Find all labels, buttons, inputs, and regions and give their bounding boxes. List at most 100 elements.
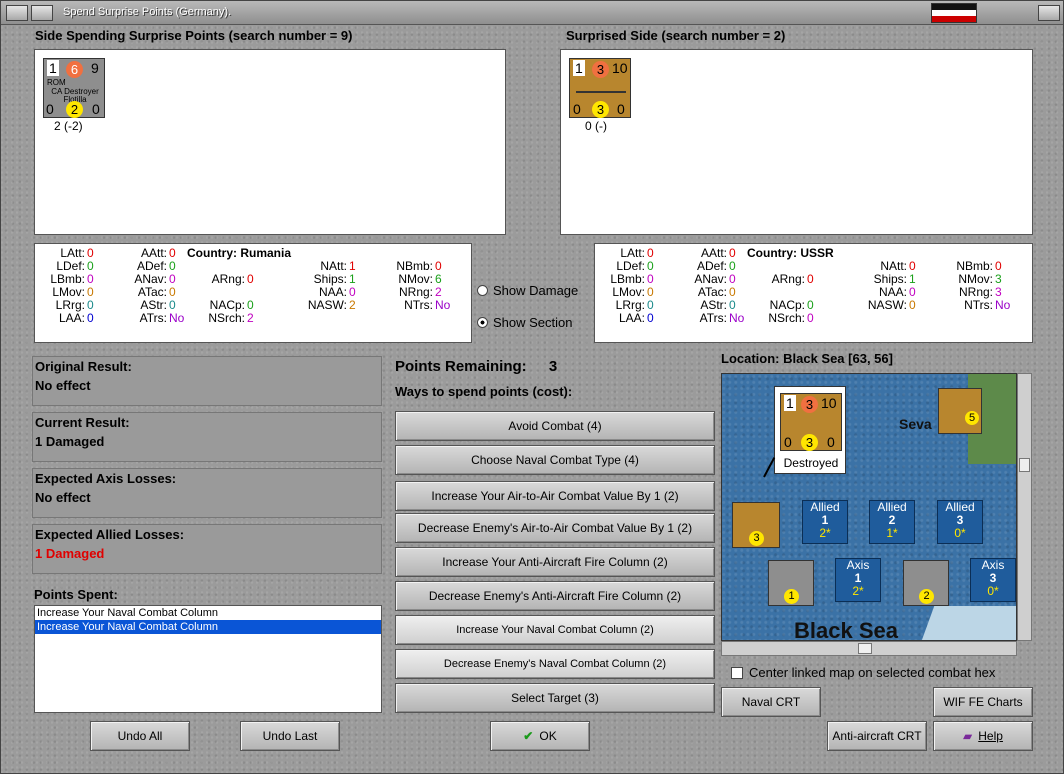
counter-range: 10 (612, 60, 628, 76)
current-result-label: Current Result: (35, 415, 130, 430)
counter-attack: 1 (784, 395, 796, 411)
select-target-button[interactable]: Select Target (3) (395, 683, 715, 713)
destroyed-popup: 1 3 10 0 3 0 Destroyed (774, 386, 846, 474)
counter-attack: 1 (573, 60, 585, 76)
axis-box-1[interactable]: Axis 1 2* (835, 558, 881, 602)
stat-value: 0 (87, 311, 94, 325)
stat-label: ARng: (771, 272, 805, 286)
original-result-value: No effect (35, 378, 91, 393)
counter-attack: 1 (47, 60, 59, 76)
choose-naval-combat-type-button[interactable]: Choose Naval Combat Type (4) (395, 445, 715, 475)
axis-box-3[interactable]: Axis 3 0* (970, 558, 1016, 602)
map-location: Location: Black Sea [63, 56] (721, 351, 893, 366)
system-menu-button[interactable] (6, 5, 28, 21)
box-val: 2* (819, 526, 831, 540)
stat-label: NASW: (307, 298, 347, 312)
counter-movement: 3 (749, 531, 764, 546)
show-section-option[interactable]: Show Section (477, 315, 573, 330)
allied-box-2[interactable]: Allied 2 1* (869, 500, 915, 544)
window-title: Spend Surprise Points (Germany). (63, 6, 232, 18)
show-section-label: Show Section (493, 315, 573, 330)
increase-air-to-air-button[interactable]: Increase Your Air-to-Air Combat Value By… (395, 481, 715, 511)
counter-range: 10 (821, 395, 837, 411)
show-damage-option[interactable]: Show Damage (477, 283, 578, 298)
destroyed-counter: 1 3 10 0 3 0 (780, 393, 842, 451)
allied-box-3[interactable]: Allied 3 0* (937, 500, 983, 544)
stat-label: ATrs: (699, 311, 727, 325)
stats-right: LAtt: 0 LDef: 0 LBmb: 0 LMov: 0 LRrg: 0 LAA: 0 AAtt:… (594, 243, 1033, 343)
shallow-water (919, 606, 1016, 640)
counter-nation: ROM (47, 78, 66, 87)
ship-silhouette-icon (576, 85, 626, 93)
map-vertical-scrollbar[interactable] (1017, 373, 1032, 641)
country-label: Country: Rumania (187, 246, 292, 260)
map-naval-counter[interactable]: 3 (732, 502, 780, 548)
stat-label: ARng: (211, 272, 245, 286)
increase-anti-aircraft-button[interactable]: Increase Your Anti-Aircraft Fire Column … (395, 547, 715, 577)
show-damage-radio[interactable] (477, 285, 488, 296)
anti-aircraft-crt-button[interactable]: Anti-aircraft CRT (827, 721, 927, 751)
close-button[interactable] (1038, 5, 1060, 21)
ok-label: OK (539, 729, 557, 743)
linked-map[interactable]: Seva 5 1 3 10 0 3 0 Destroyed 3 Allied 1 2… (721, 373, 1017, 641)
increase-naval-column-button[interactable]: Increase Your Naval Combat Column (2) (395, 615, 715, 645)
counter-bottom-left: 0 (573, 101, 581, 117)
help-book-icon: ▰ (963, 729, 973, 743)
counter-range: 9 (91, 60, 99, 76)
ussr-naval-counter[interactable]: 1 3 10 0 3 0 (569, 58, 631, 118)
counter-bottom-left: 0 (46, 101, 54, 117)
surprised-side-header: Surprised Side (search number = 2) (566, 28, 786, 43)
decrease-enemy-naval-column-button[interactable]: Decrease Enemy's Naval Combat Column (2) (395, 649, 715, 679)
scroll-thumb[interactable] (1019, 458, 1030, 472)
stat-value: 2 (247, 311, 254, 325)
list-item[interactable]: Increase Your Naval Combat Column (35, 606, 381, 620)
stat-value: 0 (647, 311, 654, 325)
map-rom-counter-2[interactable]: 2 (903, 560, 949, 606)
avoid-combat-button[interactable]: Avoid Combat (4) (395, 411, 715, 441)
stat-value: 2 (349, 298, 356, 312)
center-map-option[interactable]: Center linked map on selected combat hex (731, 665, 995, 680)
show-damage-label: Show Damage (493, 283, 579, 298)
show-section-radio[interactable] (477, 317, 488, 328)
list-item-selected[interactable]: Increase Your Naval Combat Column (35, 620, 381, 634)
undo-all-button[interactable]: Undo All (90, 721, 190, 751)
spending-counter-caption: 2 (-2) (54, 119, 83, 133)
air-unit-counter[interactable]: 5 (938, 388, 982, 434)
counter-factor: 3 (592, 61, 609, 78)
stat-label: LAA: (58, 311, 85, 325)
stat-value: 0 (807, 272, 814, 286)
current-result-value: 1 Damaged (35, 434, 105, 449)
counter-bottom-left: 0 (784, 434, 792, 450)
counter-bottom-right: 0 (617, 101, 625, 117)
axis-losses-box: Expected Axis Losses: No effect (32, 468, 382, 518)
center-map-checkbox[interactable] (731, 666, 743, 679)
rom-destroyer-counter[interactable]: 1 6 9 ROM CA Destroyer Flotilla 0 2 0 (43, 58, 105, 118)
map-rom-counter-1[interactable]: 1 (768, 560, 814, 606)
air-movement-circle: 5 (965, 411, 979, 425)
ok-button[interactable]: ✔ OK (490, 721, 590, 751)
allied-box-1[interactable]: Allied 1 2* (802, 500, 848, 544)
axis-losses-value: No effect (35, 490, 91, 505)
undo-last-button[interactable]: Undo Last (240, 721, 340, 751)
points-remaining-value: 3 (548, 358, 558, 375)
decrease-enemy-anti-aircraft-button[interactable]: Decrease Enemy's Anti-Aircraft Fire Colu… (395, 581, 715, 611)
decrease-enemy-air-to-air-button[interactable]: Decrease Enemy's Air-to-Air Combat Value… (395, 513, 715, 543)
stat-label: NTrs: (964, 298, 993, 312)
points-spent-list[interactable]: Increase Your Naval Combat Column Increa… (34, 605, 382, 713)
wif-fe-charts-button[interactable]: WIF FE Charts (933, 687, 1033, 717)
counter-bottom-right: 0 (827, 434, 835, 450)
stats-left: LAtt: 0 LDef: 0 LBmb: 0 LMov: 0 LRrg: 0 LAA: 0 AAtt:… (34, 243, 472, 343)
ways-to-spend-label: Ways to spend points (cost): (395, 384, 573, 399)
map-horizontal-scrollbar[interactable] (721, 641, 1017, 656)
help-button[interactable]: ▰ Help (933, 721, 1033, 751)
current-result-box: Current Result: 1 Damaged (32, 412, 382, 462)
destroyed-label: Destroyed (783, 456, 839, 470)
restore-button[interactable] (31, 5, 53, 21)
allied-losses-box: Expected Allied Losses: 1 Damaged (32, 524, 382, 574)
surprised-counter-caption: 0 (-) (585, 119, 607, 133)
original-result-label: Original Result: (35, 359, 132, 374)
stat-label: NTrs: (404, 298, 433, 312)
counter-movement: 3 (801, 434, 818, 451)
scroll-thumb[interactable] (858, 643, 872, 654)
naval-crt-button[interactable]: Naval CRT (721, 687, 821, 717)
